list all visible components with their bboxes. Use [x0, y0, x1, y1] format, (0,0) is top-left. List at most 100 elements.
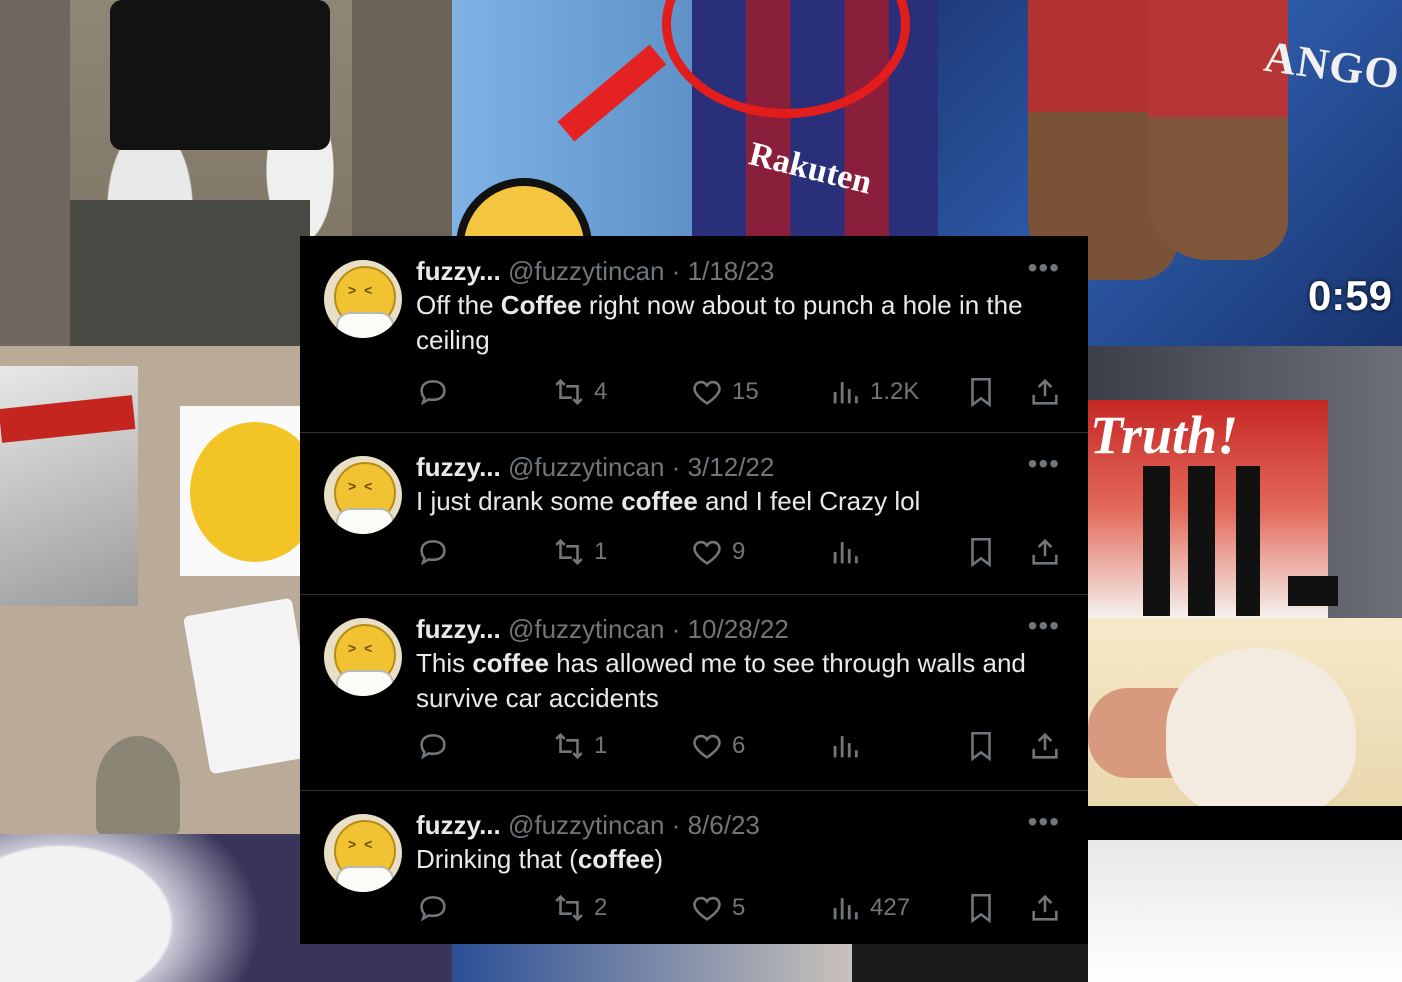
- avatar[interactable]: ><: [324, 260, 402, 338]
- retweet-icon: [555, 894, 583, 922]
- bookmark-button[interactable]: [964, 372, 1006, 412]
- share-icon: [1032, 378, 1058, 405]
- video-timer: 0:59: [1307, 272, 1392, 319]
- text-highlight: coffee: [577, 844, 655, 874]
- avatar[interactable]: ><: [324, 814, 402, 892]
- background-photo-white: [1088, 840, 1402, 982]
- bookmark-icon: [971, 731, 991, 762]
- retweet-button[interactable]: 4: [552, 372, 607, 412]
- like-button[interactable]: 9: [690, 532, 745, 572]
- tweet-text: I just drank some coffee and I feel Craz…: [416, 484, 1066, 519]
- retweet-button[interactable]: 2: [552, 888, 607, 928]
- share-button[interactable]: [1028, 888, 1070, 928]
- bookmark-button[interactable]: [964, 532, 1006, 572]
- bookmark-icon: [971, 537, 991, 568]
- tweet-date[interactable]: 3/12/22: [688, 452, 775, 482]
- like-button[interactable]: 15: [690, 372, 759, 412]
- retweet-button[interactable]: 1: [552, 726, 607, 766]
- retweet-count: 1: [594, 732, 608, 759]
- tweet-text: Drinking that (coffee): [416, 842, 1066, 877]
- retweet-count: 2: [594, 894, 608, 921]
- reply-icon: [420, 540, 446, 566]
- separator: ·: [671, 452, 681, 482]
- heart-icon: [693, 380, 721, 405]
- share-button[interactable]: [1028, 532, 1070, 572]
- display-name[interactable]: fuzzy...: [416, 614, 501, 644]
- background-photo-snacks: [0, 346, 300, 834]
- share-icon: [1032, 538, 1058, 565]
- user-handle[interactable]: @fuzzytincan: [508, 452, 664, 482]
- share-button[interactable]: [1028, 372, 1070, 412]
- tweet-feed: >< fuzzy... @fuzzytincan · 1/18/23 ••• O…: [300, 236, 1088, 944]
- views-icon: [833, 542, 858, 564]
- retweet-button[interactable]: 1: [552, 532, 607, 572]
- heart-icon: [693, 540, 721, 565]
- like-count: 9: [732, 538, 746, 565]
- view-count: 1.2K: [870, 378, 920, 405]
- reply-icon: [420, 896, 446, 922]
- share-icon: [1032, 894, 1058, 921]
- more-icon[interactable]: •••: [1028, 252, 1060, 284]
- tweet-date[interactable]: 8/6/23: [688, 810, 760, 840]
- separator: ·: [671, 810, 681, 840]
- retweet-icon: [555, 378, 583, 406]
- tweet-text: This coffee has allowed me to see throug…: [416, 646, 1066, 716]
- text-part: Drinking that (: [416, 844, 578, 874]
- text-part: Off the: [416, 290, 501, 320]
- share-button[interactable]: [1028, 726, 1070, 766]
- retweet-count: 4: [594, 378, 608, 405]
- retweet-icon: [555, 538, 583, 566]
- share-icon: [1032, 732, 1058, 759]
- views-button[interactable]: 427: [828, 888, 910, 928]
- retweet-count: 1: [594, 538, 608, 565]
- reply-icon: [420, 734, 446, 760]
- bookmark-button[interactable]: [964, 888, 1006, 928]
- bookmark-button[interactable]: [964, 726, 1006, 766]
- tweet-header: fuzzy... @fuzzytincan · 8/6/23: [416, 810, 760, 841]
- display-name[interactable]: fuzzy...: [416, 810, 501, 840]
- tweet-3[interactable]: >< fuzzy... @fuzzytincan · 10/28/22 ••• …: [300, 594, 1088, 791]
- views-icon: [833, 736, 858, 758]
- reply-button[interactable]: [416, 372, 458, 412]
- tweet-2[interactable]: >< fuzzy... @fuzzytincan · 3/12/22 ••• I…: [300, 432, 1088, 595]
- tweet-actions: 4 15 1.2K: [416, 372, 1072, 412]
- more-icon[interactable]: •••: [1028, 610, 1060, 642]
- more-icon[interactable]: •••: [1028, 448, 1060, 480]
- more-icon[interactable]: •••: [1028, 806, 1060, 838]
- heart-icon: [693, 896, 721, 921]
- like-button[interactable]: 6: [690, 726, 745, 766]
- text-highlight: coffee: [621, 486, 698, 516]
- tweet-actions: 1 6: [416, 726, 1072, 766]
- separator: ·: [671, 256, 681, 286]
- reply-button[interactable]: [416, 532, 458, 572]
- views-button[interactable]: [828, 532, 870, 572]
- like-count: 6: [732, 732, 746, 759]
- user-handle[interactable]: @fuzzytincan: [508, 810, 664, 840]
- like-button[interactable]: 5: [690, 888, 745, 928]
- reply-button[interactable]: [416, 726, 458, 766]
- view-count: 427: [870, 894, 911, 921]
- user-handle[interactable]: @fuzzytincan: [508, 614, 664, 644]
- background-photo-cd-cover: Truth!: [1088, 346, 1402, 618]
- tweet-date[interactable]: 10/28/22: [688, 614, 789, 644]
- text-highlight: coffee: [472, 648, 549, 678]
- tweet-text: Off the Coffee right now about to punch …: [416, 288, 1066, 358]
- tweet-actions: 2 5 427: [416, 888, 1072, 928]
- avatar[interactable]: ><: [324, 456, 402, 534]
- views-icon: [833, 382, 858, 404]
- user-handle[interactable]: @fuzzytincan: [508, 256, 664, 286]
- display-name[interactable]: fuzzy...: [416, 452, 501, 482]
- views-button[interactable]: [828, 726, 870, 766]
- background-photo-fragment: [452, 940, 852, 982]
- display-name[interactable]: fuzzy...: [416, 256, 501, 286]
- tweet-date[interactable]: 1/18/23: [688, 256, 775, 286]
- views-button[interactable]: 1.2K: [828, 372, 919, 412]
- tweet-1[interactable]: >< fuzzy... @fuzzytincan · 1/18/23 ••• O…: [300, 236, 1088, 433]
- reply-button[interactable]: [416, 888, 458, 928]
- avatar[interactable]: ><: [324, 618, 402, 696]
- tweet-actions: 1 9: [416, 532, 1072, 572]
- like-count: 15: [732, 378, 759, 405]
- tweet-4[interactable]: >< fuzzy... @fuzzytincan · 8/6/23 ••• Dr…: [300, 790, 1088, 944]
- separator: ·: [671, 614, 681, 644]
- like-count: 5: [732, 894, 746, 921]
